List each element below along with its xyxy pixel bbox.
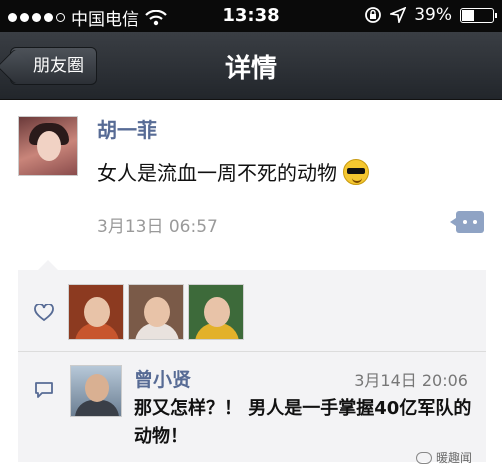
post-author-name[interactable]: 胡一菲 [97, 114, 157, 143]
comment-bubble-icon [35, 382, 53, 398]
post-timestamp: 3月13日 06:57 [97, 217, 218, 237]
comment-text: 那又怎样？！ 男人是一手掌握40亿军队的动物！ [134, 398, 472, 447]
liker-avatar[interactable] [128, 284, 184, 340]
status-right: 39% [364, 5, 497, 25]
liker-avatar[interactable] [68, 284, 124, 340]
heart-icon [34, 304, 54, 322]
status-bar: 中国电信 13:38 39% [0, 0, 502, 32]
liker-avatar[interactable] [188, 284, 244, 340]
moments-detail-screen: 中国电信 13:38 39% 朋友圈 详情 胡一菲 女人是流血一周不死的动物 3… [0, 0, 502, 476]
wechat-logo-icon [416, 451, 432, 464]
post-content: 女人是流血一周不死的动物 [97, 157, 369, 186]
likes-row [18, 270, 486, 352]
comment-item: 曾小贤 3月14日 20:06 那又怎样？！ 男人是一手掌握40亿军队的动物！ [18, 353, 486, 462]
comment-action-button[interactable] [450, 211, 484, 233]
watermark: 暖趣闻 [416, 449, 472, 466]
commenter-name[interactable]: 曾小贤 [134, 365, 191, 392]
navigation-bar: 朋友圈 详情 [0, 32, 502, 100]
rotation-lock-icon [365, 7, 382, 23]
battery-percent: 39% [414, 5, 452, 25]
sunglasses-emoji-icon [343, 158, 369, 185]
location-arrow-icon [390, 7, 407, 23]
commenter-avatar[interactable] [70, 365, 122, 417]
page-title: 详情 [224, 54, 277, 84]
watermark-text: 暖趣闻 [436, 451, 473, 465]
likes-comments-panel: 曾小贤 3月14日 20:06 那又怎样？！ 男人是一手掌握40亿军队的动物！ [18, 260, 486, 462]
comment-timestamp: 3月14日 20:06 [354, 371, 468, 390]
post-text: 女人是流血一周不死的动物 [97, 161, 337, 185]
author-avatar[interactable] [18, 116, 78, 176]
battery-icon [460, 7, 497, 23]
